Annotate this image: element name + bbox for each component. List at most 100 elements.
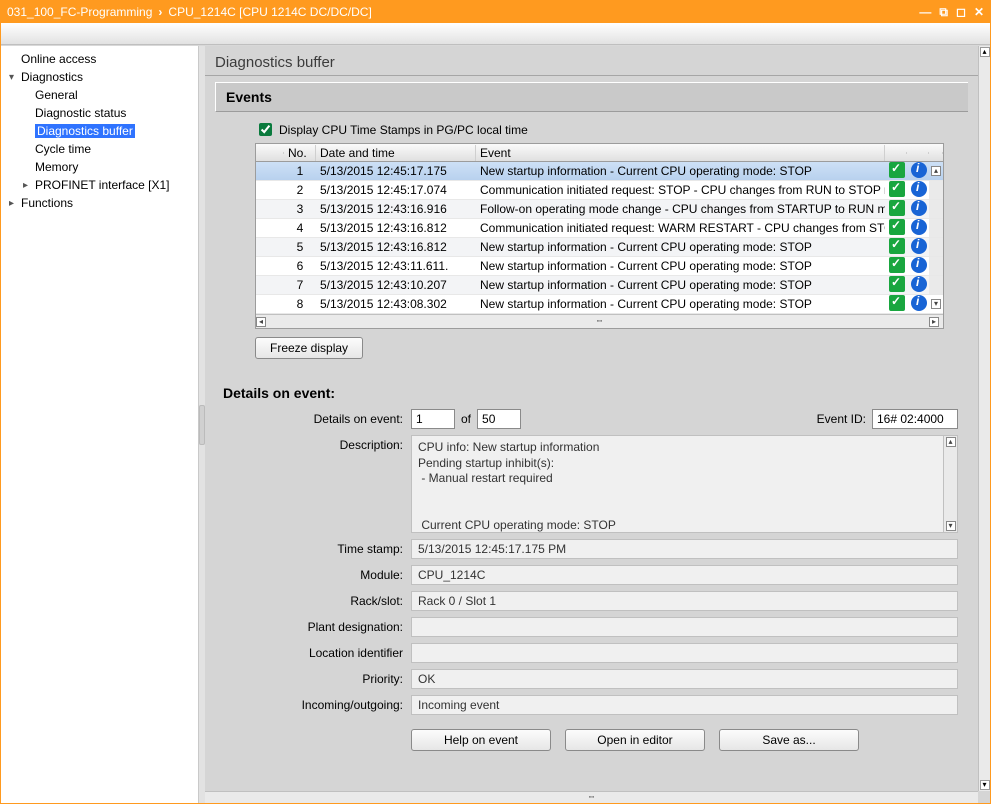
table-row[interactable]: 85/13/2015 12:43:08.302New startup infor… (256, 295, 943, 314)
events-table[interactable]: No. Date and time Event 15/13/2015 12:45… (255, 143, 944, 329)
toolbar-strip (1, 23, 990, 45)
scroll-up-icon[interactable]: ▴ (931, 166, 941, 176)
label-timestamp: Time stamp: (265, 542, 403, 556)
scroll-left-icon[interactable]: ◂ (256, 317, 266, 327)
cell-datetime: 5/13/2015 12:43:11.611. (316, 259, 476, 273)
status-ok-icon (889, 238, 905, 254)
info-icon[interactable] (911, 295, 927, 311)
maximize-icon[interactable]: ◻ (956, 5, 966, 20)
info-icon[interactable] (911, 181, 927, 197)
cell-datetime: 5/13/2015 12:43:16.812 (316, 221, 476, 235)
page-title: Diagnostics buffer (205, 46, 978, 76)
cell-no: 8 (284, 297, 316, 311)
chevron-down-icon[interactable]: ▾ (9, 72, 21, 83)
table-row[interactable]: 75/13/2015 12:43:10.207New startup infor… (256, 276, 943, 295)
location-field (411, 643, 958, 663)
main-hscrollbar[interactable]: ┉ (205, 791, 978, 803)
info-icon[interactable] (911, 276, 927, 292)
info-icon[interactable] (911, 219, 927, 235)
cell-datetime: 5/13/2015 12:43:10.207 (316, 278, 476, 292)
scroll-down-icon[interactable]: ▾ (946, 521, 956, 531)
label-inout: Incoming/outgoing: (265, 698, 403, 712)
table-row[interactable]: 15/13/2015 12:45:17.175New startup infor… (256, 162, 943, 181)
local-time-checkbox[interactable] (259, 123, 272, 136)
title-bar[interactable]: 031_100_FC-Programming › CPU_1214C [CPU … (1, 1, 990, 23)
events-heading: Events (215, 82, 968, 112)
tree-item-diagnostic-status[interactable]: Diagnostic status (1, 104, 198, 122)
table-hscrollbar[interactable]: ◂ ┉ ▸ (256, 314, 943, 328)
event-id-field[interactable] (872, 409, 958, 429)
cell-event: New startup information - Current CPU op… (476, 278, 885, 292)
label-location: Location identifier (265, 646, 403, 660)
restore-icon[interactable]: ⧉ (939, 5, 948, 20)
chevron-right-icon[interactable]: ▸ (9, 198, 21, 209)
cell-event: Follow-on operating mode change - CPU ch… (476, 202, 885, 216)
table-row[interactable]: 25/13/2015 12:45:17.074Communication ini… (256, 181, 943, 200)
freeze-display-button[interactable]: Freeze display (255, 337, 363, 359)
nav-tree[interactable]: Online access ▾Diagnostics General Diagn… (1, 46, 199, 803)
scroll-up-icon[interactable]: ▴ (980, 47, 990, 57)
cell-no: 5 (284, 240, 316, 254)
cell-no: 3 (284, 202, 316, 216)
tree-item-diagnostics[interactable]: ▾Diagnostics (1, 68, 198, 86)
tree-item-diagnostics-buffer[interactable]: Diagnostics buffer (1, 122, 198, 140)
label-priority: Priority: (265, 672, 403, 686)
info-icon[interactable] (911, 238, 927, 254)
info-icon[interactable] (911, 257, 927, 273)
cell-event: Communication initiated request: WARM RE… (476, 221, 885, 235)
label-of: of (461, 412, 471, 426)
cell-event: New startup information - Current CPU op… (476, 164, 885, 178)
status-ok-icon (889, 162, 905, 178)
cell-datetime: 5/13/2015 12:45:17.175 (316, 164, 476, 178)
cell-event: New startup information - Current CPU op… (476, 297, 885, 311)
module-field (411, 565, 958, 585)
scroll-right-icon[interactable]: ▸ (929, 317, 939, 327)
minimize-icon[interactable]: — (919, 5, 931, 20)
label-index: Details on event: (265, 412, 403, 426)
tree-item-general[interactable]: General (1, 86, 198, 104)
main-vscrollbar[interactable]: ▴ ▾ (978, 46, 990, 791)
scroll-up-icon[interactable]: ▴ (946, 437, 956, 447)
tree-item-profinet[interactable]: ▸PROFINET interface [X1] (1, 176, 198, 194)
cell-datetime: 5/13/2015 12:43:16.812 (316, 240, 476, 254)
local-time-label: Display CPU Time Stamps in PG/PC local t… (279, 123, 528, 137)
event-index-input[interactable] (411, 409, 455, 429)
table-row[interactable]: 55/13/2015 12:43:16.812New startup infor… (256, 238, 943, 257)
label-rackslot: Rack/slot: (265, 594, 403, 608)
scroll-down-icon[interactable]: ▾ (980, 780, 990, 790)
table-row[interactable]: 35/13/2015 12:43:16.916Follow-on operati… (256, 200, 943, 219)
title-project: 031_100_FC-Programming (7, 5, 152, 19)
tree-item-online-access[interactable]: Online access (1, 50, 198, 68)
cell-no: 2 (284, 183, 316, 197)
info-icon[interactable] (911, 200, 927, 216)
save-as-button[interactable]: Save as... (719, 729, 859, 751)
description-scrollbar[interactable]: ▴ ▾ (943, 436, 957, 532)
inout-field (411, 695, 958, 715)
cell-event: New startup information - Current CPU op… (476, 259, 885, 273)
table-row[interactable]: 65/13/2015 12:43:11.611.New startup info… (256, 257, 943, 276)
col-event: Event (476, 145, 885, 161)
details-heading: Details on event: (205, 369, 978, 407)
cell-no: 1 (284, 164, 316, 178)
event-total-input[interactable] (477, 409, 521, 429)
cell-datetime: 5/13/2015 12:43:08.302 (316, 297, 476, 311)
open-editor-button[interactable]: Open in editor (565, 729, 705, 751)
tree-item-memory[interactable]: Memory (1, 158, 198, 176)
tree-item-functions[interactable]: ▸Functions (1, 194, 198, 212)
tree-item-cycle-time[interactable]: Cycle time (1, 140, 198, 158)
status-ok-icon (889, 200, 905, 216)
priority-field (411, 669, 958, 689)
info-icon[interactable] (911, 162, 927, 178)
title-device: CPU_1214C [CPU 1214C DC/DC/DC] (168, 5, 371, 19)
chevron-right-icon[interactable]: ▸ (23, 180, 35, 191)
label-plant: Plant designation: (265, 620, 403, 634)
cell-datetime: 5/13/2015 12:43:16.916 (316, 202, 476, 216)
status-ok-icon (889, 181, 905, 197)
close-icon[interactable]: ✕ (974, 5, 984, 20)
col-datetime: Date and time (316, 145, 476, 161)
table-header: No. Date and time Event (256, 144, 943, 162)
help-button[interactable]: Help on event (411, 729, 551, 751)
scroll-down-icon[interactable]: ▾ (931, 299, 941, 309)
table-row[interactable]: 45/13/2015 12:43:16.812Communication ini… (256, 219, 943, 238)
label-description: Description: (265, 435, 403, 452)
